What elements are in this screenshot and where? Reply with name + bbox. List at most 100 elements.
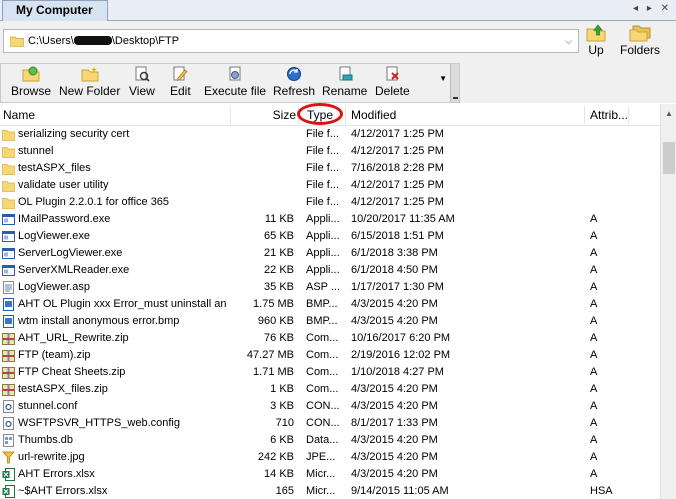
file-size: 35 KB (264, 281, 294, 293)
table-row[interactable]: ~$AHT Errors.xlsx 165 Micr... 9/14/2015 11:… (0, 483, 660, 499)
file-type: CON... (306, 417, 340, 429)
zip-archive-icon (2, 333, 15, 345)
table-row[interactable]: OL Plugin 2.2.0.1 for office 365 File f..… (0, 194, 660, 211)
file-attributes: A (590, 298, 598, 310)
rename-button[interactable]: Rename (322, 66, 367, 98)
file-modified: 4/3/2015 4:20 PM (351, 451, 438, 463)
file-name: ServerXMLReader.exe (18, 264, 130, 276)
column-divider[interactable] (628, 106, 629, 124)
vertical-scrollbar[interactable]: ▲ (660, 104, 676, 499)
table-row[interactable]: url-rewrite.jpg 242 KB JPE... 4/3/2015 4:20… (0, 449, 660, 466)
file-name: LogViewer.asp (18, 281, 90, 293)
table-row[interactable]: IMailPassword.exe 11 KB Appli... 10/20/2017… (0, 211, 660, 228)
folders-button[interactable]: Folders (620, 24, 660, 57)
file-modified: 6/15/2018 1:51 PM (351, 230, 444, 242)
up-button[interactable]: Up (586, 24, 606, 57)
table-row[interactable]: validate user utility File f... 4/12/2017 … (0, 177, 660, 194)
column-divider[interactable] (584, 106, 585, 124)
excel-file-icon (2, 485, 15, 498)
table-row[interactable]: WSFTPSVR_HTTPS_web.config 710 CON... 8/1/20… (0, 415, 660, 432)
toolbar-overflow-icon[interactable]: ▼ (439, 74, 447, 83)
table-row[interactable]: AHT Errors.xlsx 14 KB Micr... 4/3/2015 4:20… (0, 466, 660, 483)
chevron-down-icon[interactable]: ⌵ (565, 36, 572, 47)
tab-nav-controls[interactable]: ◂ ▸ ✕ (633, 3, 672, 14)
file-attributes: A (590, 417, 598, 429)
column-name[interactable]: Name (3, 104, 35, 126)
file-modified: 4/3/2015 4:20 PM (351, 383, 438, 395)
table-row[interactable]: testASPX_files.zip 1 KB Com... 4/3/2015 4:2… (0, 381, 660, 398)
toolbar-grip[interactable] (450, 64, 459, 102)
application-icon (2, 214, 15, 225)
address-path: C:\Users\ \Desktop\FTP (28, 35, 180, 47)
file-type: File f... (306, 145, 340, 157)
excel-file-icon (2, 468, 15, 481)
file-modified: 6/1/2018 3:38 PM (351, 247, 438, 259)
column-size[interactable]: Size (262, 104, 296, 126)
column-type[interactable]: Type (307, 104, 333, 126)
file-name: serializing security cert (18, 128, 130, 140)
view-button[interactable]: View (129, 66, 155, 98)
file-name: testASPX_files (18, 162, 91, 174)
tab-my-computer[interactable]: My Computer (2, 0, 108, 21)
table-row[interactable]: AHT OL Plugin xxx Error_must uninstall a… (0, 296, 660, 313)
table-row[interactable]: stunnel.conf 3 KB CON... 4/3/2015 4:20 PM A (0, 398, 660, 415)
column-divider[interactable] (345, 106, 346, 124)
table-row[interactable]: AHT_URL_Rewrite.zip 76 KB Com... 10/16/2017… (0, 330, 660, 347)
file-type: Com... (306, 383, 339, 395)
file-size: 6 KB (270, 434, 294, 446)
zip-archive-icon (2, 367, 15, 379)
file-modified: 7/16/2018 2:28 PM (351, 162, 444, 174)
execute-file-button[interactable]: Execute file (204, 66, 266, 98)
execute-file-icon (229, 66, 241, 81)
file-modified: 1/17/2017 1:30 PM (351, 281, 444, 293)
file-modified: 4/3/2015 4:20 PM (351, 298, 438, 310)
table-row[interactable]: Thumbs.db 6 KB Data... 4/3/2015 4:20 PM A (0, 432, 660, 449)
new-folder-button[interactable]: New Folder (59, 66, 120, 98)
jpeg-image-icon (2, 451, 15, 464)
file-attributes: A (590, 451, 598, 463)
table-row[interactable]: FTP (team).zip 47.27 MB Com... 2/19/2016 12… (0, 347, 660, 364)
delete-button[interactable]: Delete (375, 66, 410, 98)
document-icon (3, 281, 14, 294)
folder-icon (2, 164, 15, 175)
table-row[interactable]: serializing security cert File f... 4/12/2… (0, 126, 660, 143)
rename-icon (339, 66, 353, 81)
scroll-up-icon[interactable]: ▲ (665, 109, 673, 118)
file-attributes: A (590, 281, 598, 293)
column-divider[interactable] (230, 106, 231, 124)
address-field[interactable]: C:\Users\ \Desktop\FTP ⌵ (3, 29, 579, 53)
file-modified: 6/1/2018 4:50 PM (351, 264, 438, 276)
table-row[interactable]: LogViewer.asp 35 KB ASP ... 1/17/2017 1:30 … (0, 279, 660, 296)
file-attributes: A (590, 315, 598, 327)
file-size: 1.71 MB (253, 366, 294, 378)
edit-icon (173, 66, 188, 81)
column-attributes[interactable]: Attrib... (590, 104, 628, 126)
file-name: testASPX_files.zip (18, 383, 108, 395)
table-row[interactable]: testASPX_files File f... 7/16/2018 2:28 PM (0, 160, 660, 177)
file-name: ServerLogViewer.exe (18, 247, 123, 259)
zip-archive-icon (2, 350, 15, 362)
table-row[interactable]: wtm install anonymous error.bmp 960 KB BMP… (0, 313, 660, 330)
table-row[interactable]: FTP Cheat Sheets.zip 1.71 MB Com... 1/10/20… (0, 364, 660, 381)
edit-button[interactable]: Edit (170, 66, 191, 98)
refresh-button[interactable]: Refresh (273, 66, 315, 98)
table-row[interactable]: LogViewer.exe 65 KB Appli... 6/15/2018 1:51… (0, 228, 660, 245)
file-type: Micr... (306, 485, 336, 497)
column-header: Name Size Type Modified Attrib... (0, 104, 660, 126)
table-row[interactable]: ServerLogViewer.exe 21 KB Appli... 6/1/2018… (0, 245, 660, 262)
folders-icon (629, 25, 651, 42)
file-modified: 4/12/2017 1:25 PM (351, 196, 444, 208)
view-icon (135, 66, 150, 82)
column-modified[interactable]: Modified (351, 104, 396, 126)
file-type: BMP... (306, 298, 338, 310)
table-row[interactable]: stunnel File f... 4/12/2017 1:25 PM (0, 143, 660, 160)
file-name: FTP (team).zip (18, 349, 91, 361)
scroll-thumb[interactable] (663, 142, 675, 174)
file-modified: 2/19/2016 12:02 PM (351, 349, 451, 361)
file-size: 21 KB (264, 247, 294, 259)
bitmap-image-icon (3, 298, 14, 311)
folders-label: Folders (620, 43, 661, 57)
browse-button[interactable]: Browse (11, 66, 51, 98)
table-row[interactable]: ServerXMLReader.exe 22 KB Appli... 6/1/2018… (0, 262, 660, 279)
column-divider[interactable] (298, 106, 299, 124)
